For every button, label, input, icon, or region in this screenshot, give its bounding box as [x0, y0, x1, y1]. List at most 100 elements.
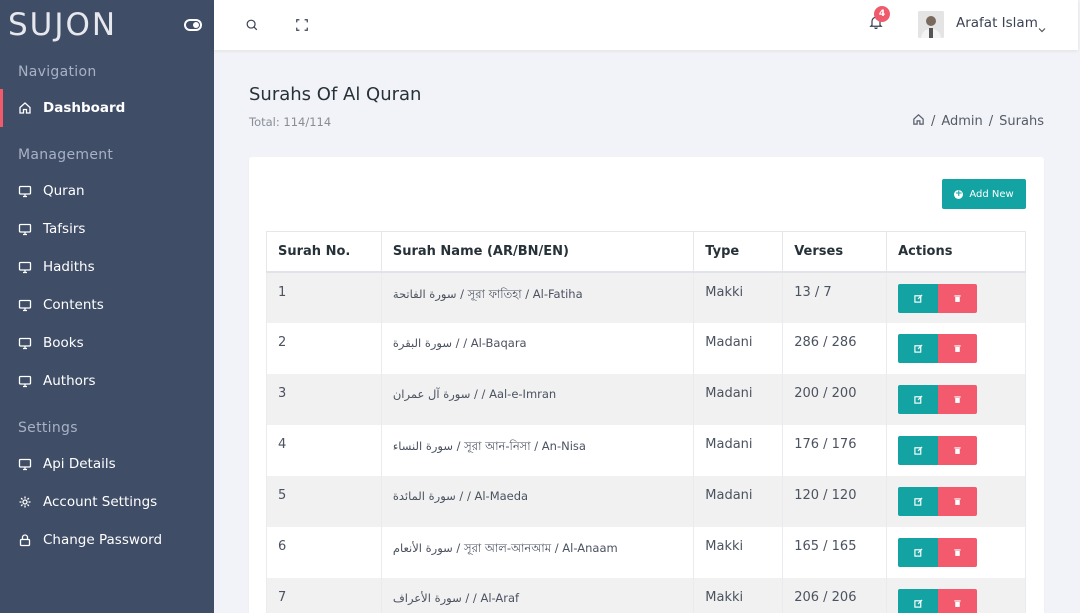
- column-header-actions: Actions: [886, 231, 1026, 273]
- cell-name: سورة النساء / সূরা আন-নিসা / An-Nisa: [380, 424, 695, 476]
- sidebar-nav: Navigation Dashboard Management Quran Tafsir…: [0, 61, 214, 559]
- cell-actions: [886, 424, 1026, 476]
- table-row: 7 سورة الأعراف / / Al-Araf Makki 206 / 206: [266, 577, 1026, 613]
- cell-actions: [886, 577, 1026, 613]
- table-row: 5 سورة المائدة / / Al-Maeda Madani 120 / 12…: [266, 475, 1026, 527]
- trash-icon: [953, 599, 962, 608]
- edit-icon: [913, 343, 923, 353]
- trash-icon: [953, 497, 962, 506]
- brand-logo[interactable]: SUJON: [8, 7, 117, 43]
- sidebar-item-authors[interactable]: Authors: [0, 362, 214, 400]
- edit-button[interactable]: [898, 333, 939, 363]
- home-icon[interactable]: [912, 113, 925, 130]
- cell-name: سورة الفاتحة / সূরা ফাতিহা / Al-Fatiha: [380, 271, 695, 323]
- delete-button[interactable]: [938, 333, 978, 363]
- sidebar-item-label: Account Settings: [43, 494, 158, 510]
- notification-badge: 4: [874, 6, 890, 22]
- gear-icon: [18, 495, 32, 509]
- sidebar-item-dashboard[interactable]: Dashboard: [0, 89, 214, 127]
- cell-name: سورة البقرة / / Al-Baqara: [380, 322, 695, 374]
- top-header: 4 Arafat Islam: [214, 0, 1078, 50]
- user-name[interactable]: Arafat Islam: [956, 15, 1038, 31]
- cell-actions: [886, 526, 1026, 578]
- trash-icon: [953, 548, 962, 557]
- cell-verses: 206 / 206: [782, 577, 888, 613]
- table-row: 1 سورة الفاتحة / সূরা ফাতিহা / Al-Fatiha M…: [266, 271, 1026, 323]
- sidebar-toggle-icon[interactable]: [184, 19, 202, 31]
- surah-table: Surah No. Surah Name (AR/BN/EN) Type Ver…: [266, 231, 1026, 613]
- edit-icon: [913, 293, 923, 303]
- cell-verses: 120 / 120: [782, 475, 888, 527]
- trash-icon: [953, 344, 962, 353]
- monitor-icon: [18, 374, 32, 388]
- sidebar-item-quran[interactable]: Quran: [0, 172, 214, 210]
- sidebar-item-change-password[interactable]: Change Password: [0, 521, 214, 559]
- monitor-icon: [18, 184, 32, 198]
- cell-verses: 165 / 165: [782, 526, 888, 578]
- sidebar-item-books[interactable]: Books: [0, 324, 214, 362]
- cell-actions: [886, 373, 1026, 425]
- edit-icon: [913, 496, 923, 506]
- cell-number: 3: [266, 373, 382, 425]
- cell-name: سورة الأنعام / সূরা আল-আনআম / Al-Anaam: [380, 526, 695, 578]
- breadcrumb-separator: /: [988, 114, 994, 129]
- cell-type: Madani: [693, 475, 784, 527]
- edit-button[interactable]: [898, 384, 939, 414]
- nav-caption: Navigation: [18, 64, 97, 80]
- cell-type: Madani: [693, 322, 784, 374]
- monitor-icon: [18, 336, 32, 350]
- sidebar-item-label: Authors: [43, 373, 96, 389]
- edit-button[interactable]: [898, 537, 939, 567]
- sidebar-item-label: Books: [43, 335, 84, 351]
- brand: SUJON: [0, 0, 214, 50]
- sidebar-item-label: Hadiths: [43, 259, 95, 275]
- add-new-button[interactable]: + Add New: [942, 179, 1026, 209]
- cell-number: 5: [266, 475, 382, 527]
- sidebar-item-account-settings[interactable]: Account Settings: [0, 483, 214, 521]
- delete-button[interactable]: [938, 384, 978, 414]
- delete-button[interactable]: [938, 537, 978, 567]
- cell-number: 7: [266, 577, 382, 613]
- delete-button[interactable]: [938, 283, 978, 313]
- delete-button[interactable]: [938, 486, 978, 516]
- table-header-row: Surah No. Surah Name (AR/BN/EN) Type Ver…: [266, 231, 1026, 273]
- page-title: Surahs Of Al Quran: [249, 84, 422, 105]
- edit-button[interactable]: [898, 435, 939, 465]
- cell-number: 2: [266, 322, 382, 374]
- chevron-down-icon[interactable]: [1038, 19, 1046, 33]
- monitor-icon: [18, 260, 32, 274]
- sidebar-item-contents[interactable]: Contents: [0, 286, 214, 324]
- breadcrumb-separator: /: [930, 114, 936, 129]
- breadcrumb-admin[interactable]: Admin: [941, 114, 982, 129]
- fullscreen-icon[interactable]: [295, 17, 311, 33]
- delete-button[interactable]: [938, 435, 978, 465]
- search-icon[interactable]: [245, 17, 261, 33]
- sidebar-item-label: Quran: [43, 183, 85, 199]
- sidebar-item-label: Dashboard: [43, 100, 126, 116]
- monitor-icon: [18, 457, 32, 471]
- cell-name: سورة المائدة / / Al-Maeda: [380, 475, 695, 527]
- monitor-icon: [18, 298, 32, 312]
- delete-button[interactable]: [938, 588, 978, 613]
- page-subtitle: Total: 114/114: [249, 115, 332, 129]
- surah-card: + Add New Surah No. Surah Name (AR/BN/EN…: [249, 157, 1044, 613]
- nav-caption: Settings: [18, 420, 78, 436]
- sidebar-item-api-details[interactable]: Api Details: [0, 445, 214, 483]
- sidebar-item-label: Tafsirs: [43, 221, 86, 237]
- edit-icon: [913, 598, 923, 608]
- cell-verses: 176 / 176: [782, 424, 888, 476]
- plus-circle-icon: +: [954, 188, 964, 199]
- sidebar-item-tafsirs[interactable]: Tafsirs: [0, 210, 214, 248]
- avatar[interactable]: [918, 11, 944, 38]
- cell-number: 1: [266, 271, 382, 323]
- edit-button[interactable]: [898, 283, 939, 313]
- edit-button[interactable]: [898, 486, 939, 516]
- edit-icon: [913, 445, 923, 455]
- sidebar-item-hadiths[interactable]: Hadiths: [0, 248, 214, 286]
- cell-verses: 13 / 7: [782, 271, 888, 323]
- trash-icon: [953, 294, 962, 303]
- edit-button[interactable]: [898, 588, 939, 613]
- cell-actions: [886, 322, 1026, 374]
- cell-number: 4: [266, 424, 382, 476]
- edit-icon: [913, 394, 923, 404]
